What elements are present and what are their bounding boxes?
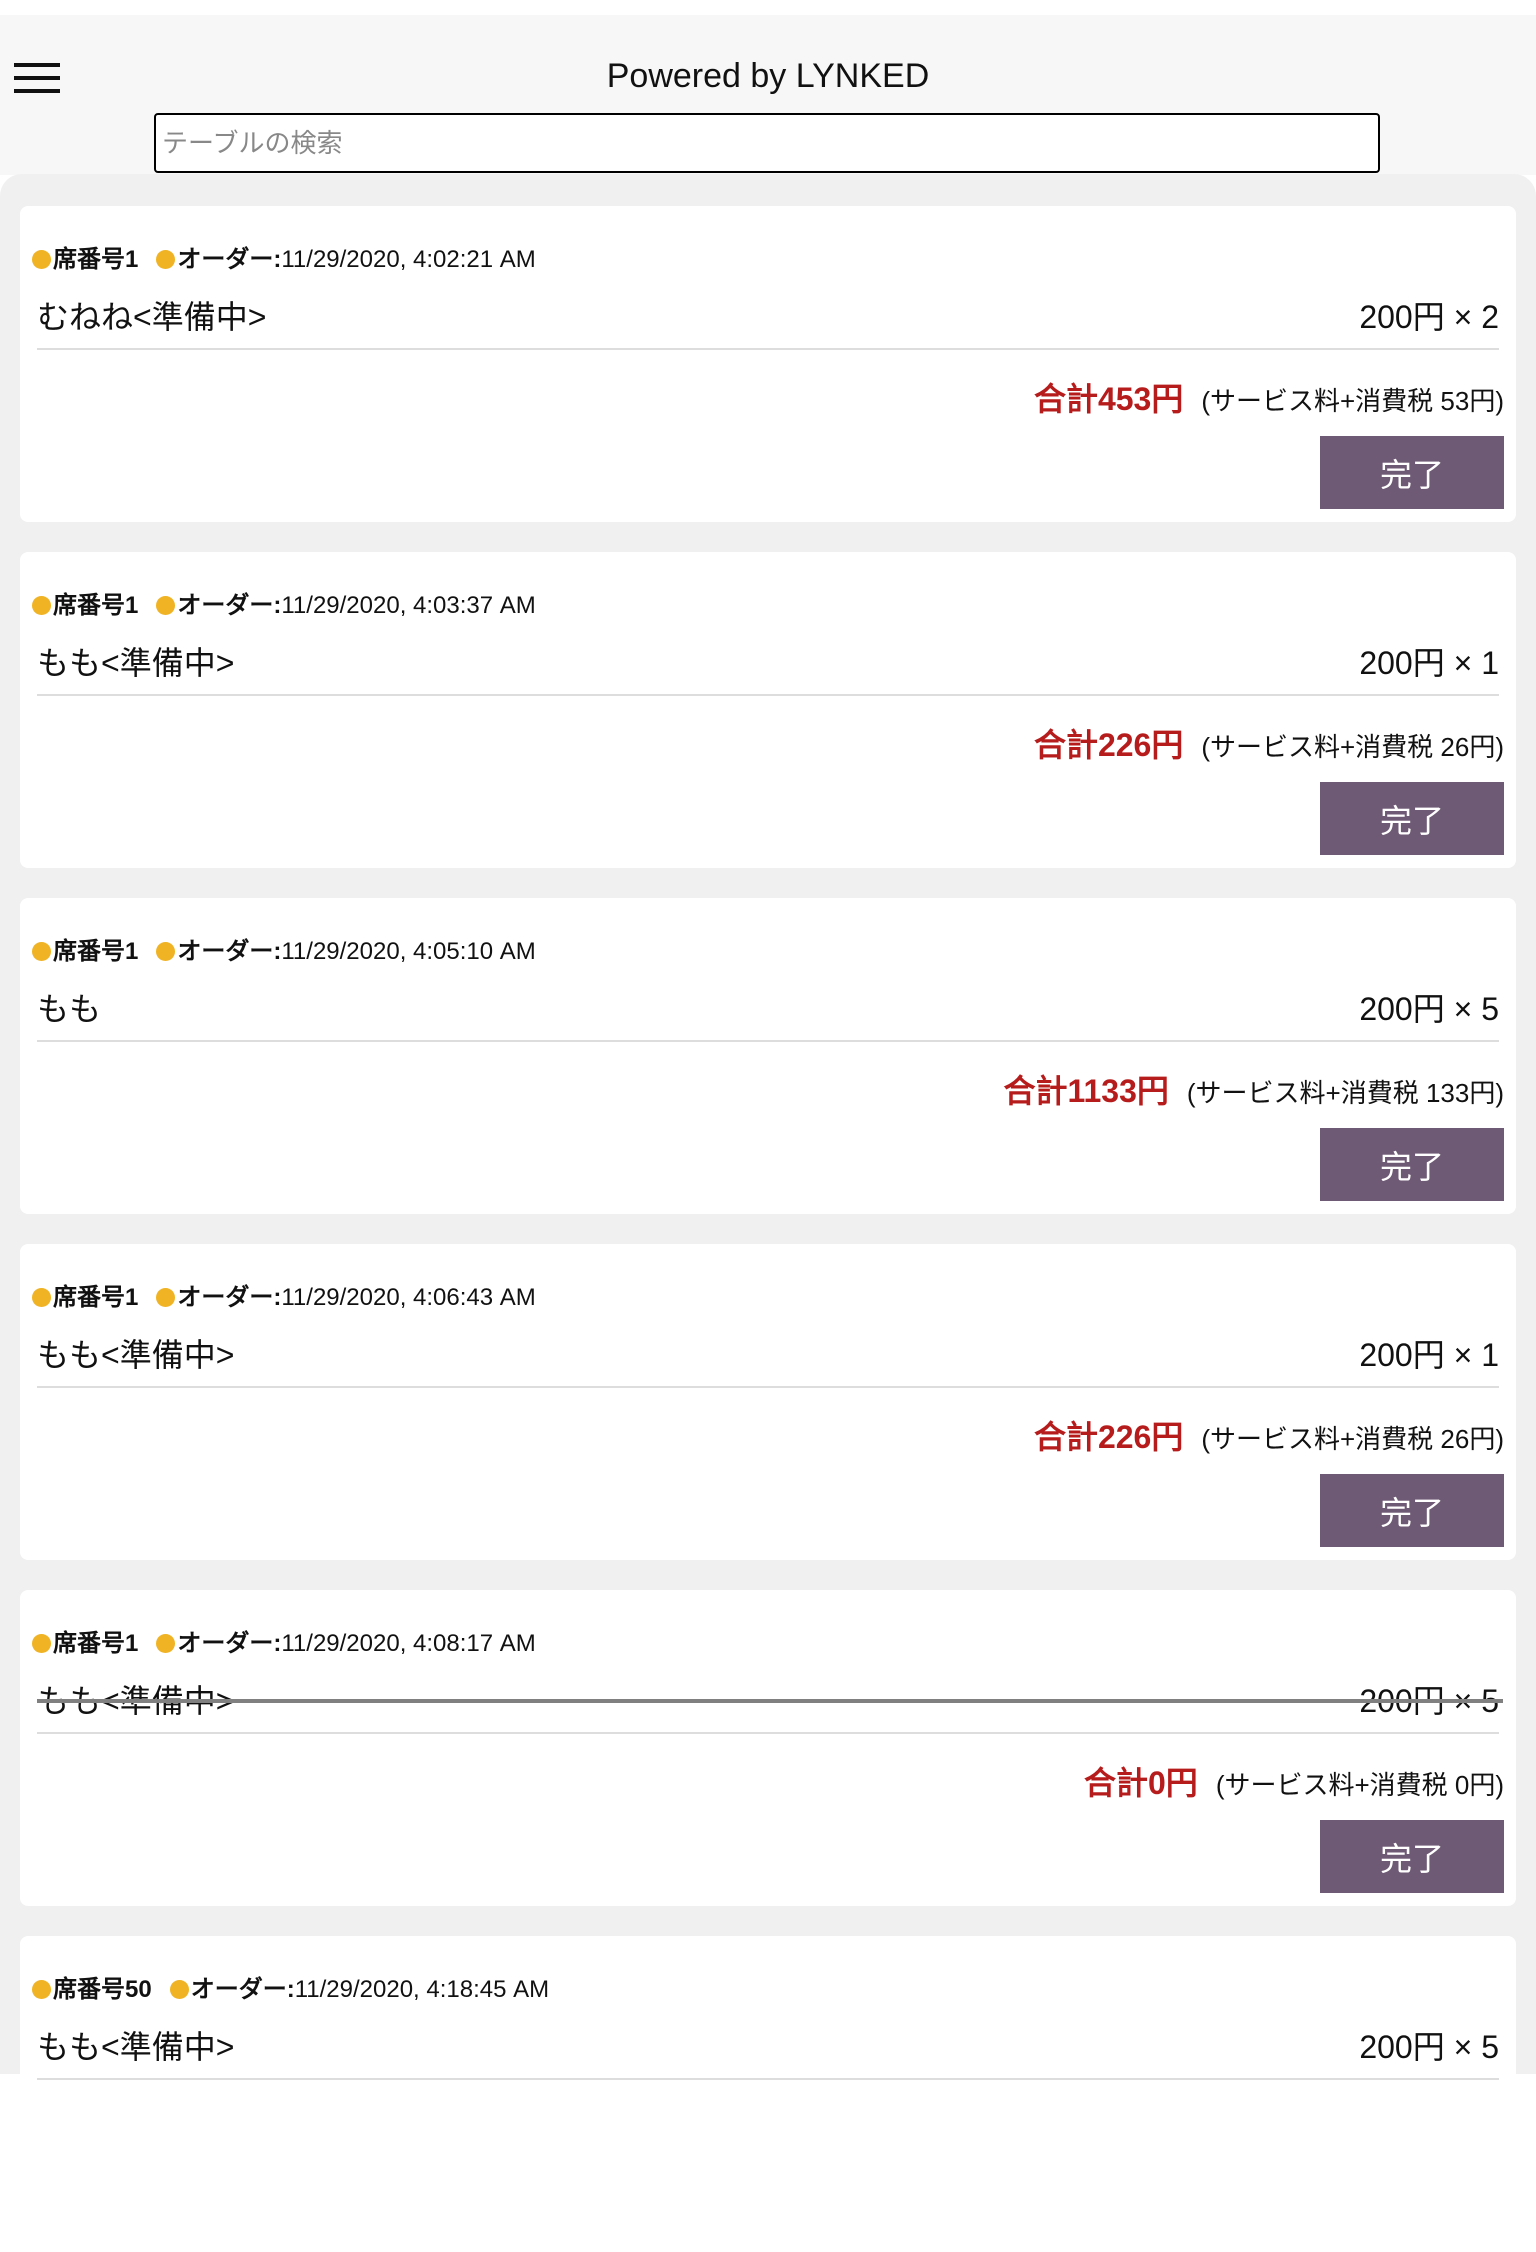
- divider: [37, 694, 1499, 696]
- order-totals: 合計226円 (サービス料+消費税 26円): [1034, 1412, 1504, 1458]
- order-total: 合計226円: [1033, 727, 1184, 763]
- order-status-dot-icon: [156, 942, 176, 961]
- divider: [37, 1040, 1499, 1042]
- order-meta: 席番号1 オーダー:11/29/2020, 4:06:43 AM: [32, 1277, 536, 1312]
- order-totals: 合計1133円 (サービス料+消費税 133円): [1003, 1066, 1504, 1112]
- order-status-dot-icon: [156, 1634, 176, 1653]
- service-tax: (サービス料+消費税 133円): [1186, 1078, 1504, 1108]
- service-tax: (サービス料+消費税 26円): [1201, 1424, 1504, 1454]
- order-item-row: もも<準備中> 200円 × 1: [37, 1330, 1499, 1373]
- order-total: 合計453円: [1033, 381, 1184, 417]
- order-totals: [1486, 2104, 1504, 2141]
- item-price-quantity: 200円 × 2: [1359, 299, 1499, 335]
- order-time: 11/29/2020, 4:03:37 AM: [281, 592, 536, 619]
- order-time: 11/29/2020, 4:06:43 AM: [281, 1284, 536, 1311]
- cancelled-strikethrough: [37, 1699, 1503, 1703]
- seat-status-dot-icon: [32, 1288, 51, 1307]
- order-total: 合計1133円: [1003, 1073, 1169, 1109]
- item-name: もも<準備中>: [37, 645, 235, 681]
- order-time: 11/29/2020, 4:08:17 AM: [281, 1630, 536, 1657]
- item-name: もも<準備中>: [37, 1337, 235, 1373]
- divider: [37, 2078, 1499, 2080]
- seat-number: 席番号1: [53, 1630, 139, 1657]
- page-title: Powered by LYNKED: [606, 57, 930, 95]
- order-time: 11/29/2020, 4:02:21 AM: [281, 246, 536, 273]
- order-label: オーダー:: [177, 1284, 282, 1311]
- order-label: オーダー:: [190, 1976, 295, 2003]
- order-card: 席番号1 オーダー:11/29/2020, 4:02:21 AM むねね<準備中>…: [20, 206, 1516, 522]
- seat-number: 席番号50: [53, 1976, 152, 2003]
- divider: [37, 1386, 1499, 1388]
- item-name: もも<準備中>: [37, 2029, 235, 2065]
- order-meta: 席番号1 オーダー:11/29/2020, 4:08:17 AM: [32, 1623, 536, 1658]
- order-status-dot-icon: [169, 1980, 189, 1999]
- order-time: 11/29/2020, 4:18:45 AM: [294, 1976, 550, 2003]
- seat-status-dot-icon: [32, 1634, 51, 1653]
- order-meta: 席番号1 オーダー:11/29/2020, 4:05:10 AM: [32, 931, 536, 966]
- order-card: 席番号1 オーダー:11/29/2020, 4:05:10 AM もも 200円 …: [20, 898, 1516, 1214]
- order-time: 11/29/2020, 4:05:10 AM: [281, 938, 536, 965]
- order-meta: 席番号1 オーダー:11/29/2020, 4:02:21 AM: [32, 239, 536, 274]
- order-card: 席番号1 オーダー:11/29/2020, 4:08:17 AM もも<準備中> …: [20, 1590, 1516, 1906]
- order-totals: 合計226円 (サービス料+消費税 26円): [1034, 720, 1504, 766]
- order-card: 席番号50 オーダー:11/29/2020, 4:18:45 AM もも<準備中>…: [20, 1936, 1516, 2252]
- complete-button[interactable]: 完了: [1320, 1820, 1504, 1893]
- seat-status-dot-icon: [32, 942, 51, 961]
- order-item-row: もも<準備中> 200円 × 1: [37, 638, 1499, 681]
- service-tax: (サービス料+消費税 0円): [1215, 1770, 1504, 1800]
- item-price-quantity: 200円 × 1: [1359, 645, 1499, 681]
- service-tax: (サービス料+消費税 26円): [1201, 732, 1504, 762]
- seat-number: 席番号1: [53, 246, 139, 273]
- seat-status-dot-icon: [32, 596, 51, 615]
- complete-button[interactable]: 完了: [1320, 782, 1504, 855]
- order-item-row: むねね<準備中> 200円 × 2: [37, 292, 1499, 335]
- item-price-quantity: 200円 × 1: [1359, 1337, 1499, 1373]
- order-item-row: もも 200円 × 5: [37, 984, 1499, 1027]
- complete-button[interactable]: 完了: [1320, 436, 1504, 509]
- order-label: オーダー:: [177, 938, 282, 965]
- order-status-dot-icon: [156, 250, 176, 269]
- item-price-quantity: 200円 × 5: [1359, 2029, 1499, 2065]
- order-label: オーダー:: [177, 1630, 282, 1657]
- item-price-quantity: 200円 × 5: [1359, 991, 1499, 1027]
- order-item-row: もも<準備中> 200円 × 5: [37, 2022, 1499, 2065]
- complete-button[interactable]: 完了: [1320, 1474, 1504, 1547]
- divider: [37, 348, 1499, 350]
- order-total: 合計0円: [1084, 1765, 1198, 1801]
- seat-number: 席番号1: [53, 592, 139, 619]
- order-total: 合計226円: [1033, 1419, 1184, 1455]
- order-totals: 合計0円 (サービス料+消費税 0円): [1084, 1758, 1504, 1804]
- order-card: 席番号1 オーダー:11/29/2020, 4:03:37 AM もも<準備中> …: [20, 552, 1516, 868]
- order-meta: 席番号50 オーダー:11/29/2020, 4:18:45 AM: [32, 1969, 549, 2004]
- order-status-dot-icon: [156, 596, 176, 615]
- order-item-row: もも<準備中> 200円 × 5: [37, 1676, 1503, 1719]
- order-totals: 合計453円 (サービス料+消費税 53円): [1034, 374, 1504, 420]
- service-tax: (サービス料+消費税 53円): [1201, 386, 1504, 416]
- item-name: もも: [37, 991, 102, 1027]
- table-search-input[interactable]: [154, 113, 1380, 173]
- divider: [37, 1732, 1499, 1734]
- item-name: むねね<準備中>: [37, 299, 267, 335]
- complete-button[interactable]: 完了: [1320, 1128, 1504, 1201]
- seat-number: 席番号1: [53, 938, 139, 965]
- order-list: 席番号1 オーダー:11/29/2020, 4:02:21 AM むねね<準備中>…: [0, 174, 1536, 2252]
- seat-status-dot-icon: [32, 1980, 51, 1999]
- order-status-dot-icon: [156, 1288, 176, 1307]
- seat-number: 席番号1: [53, 1284, 139, 1311]
- order-meta: 席番号1 オーダー:11/29/2020, 4:03:37 AM: [32, 585, 536, 620]
- order-card: 席番号1 オーダー:11/29/2020, 4:06:43 AM もも<準備中> …: [20, 1244, 1516, 1560]
- seat-status-dot-icon: [32, 250, 51, 269]
- order-label: オーダー:: [177, 246, 282, 273]
- order-label: オーダー:: [177, 592, 282, 619]
